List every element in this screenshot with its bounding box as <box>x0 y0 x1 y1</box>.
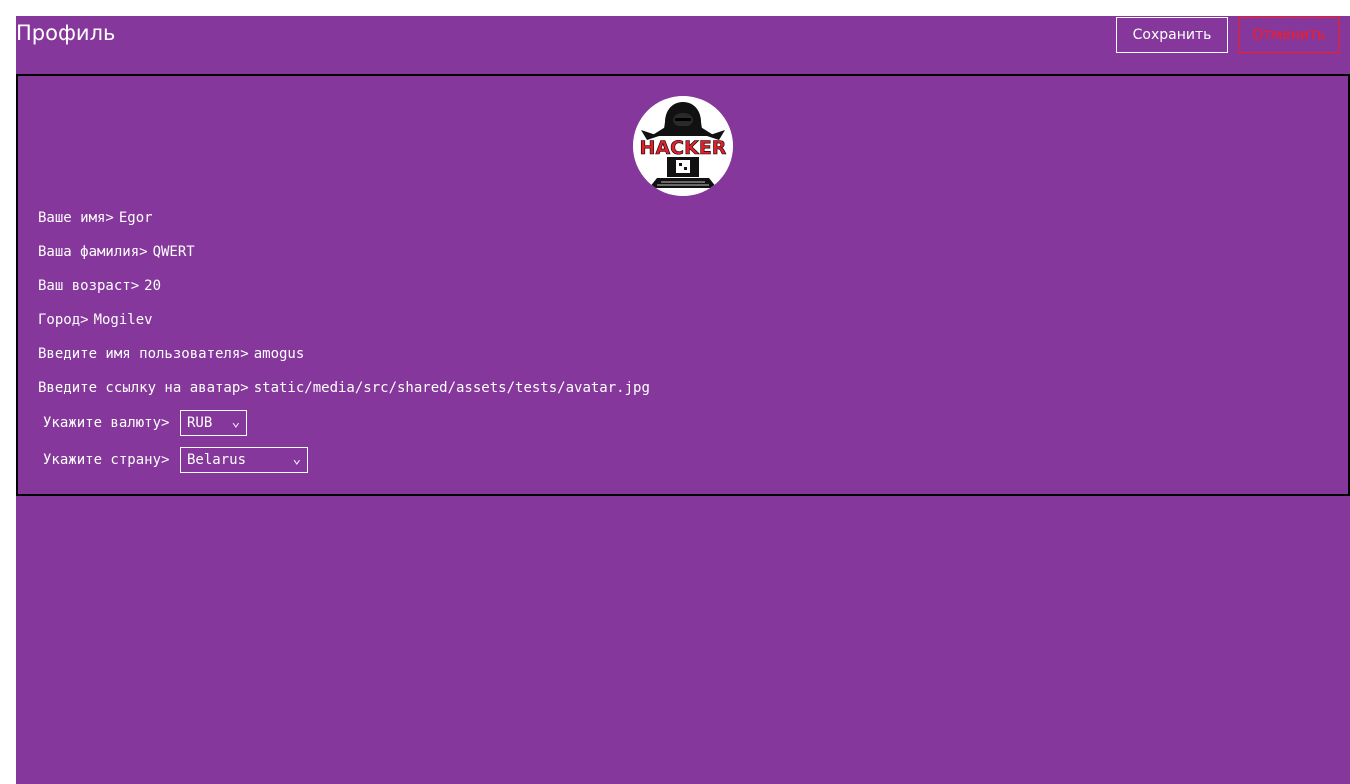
country-select[interactable]: Belarus ⌄ <box>180 447 308 473</box>
avatar-url-field[interactable]: static/media/src/shared/assets/tests/ava… <box>254 377 650 399</box>
avatar-url-row: Введите ссылку на аватар> static/media/sr… <box>38 377 650 399</box>
username-field[interactable]: amogus <box>254 343 305 365</box>
first-name-row: Ваше имя> Egor <box>38 207 153 229</box>
age-row: Ваш возраст> 20 <box>38 275 161 297</box>
country-selected-value: Belarus <box>187 452 247 468</box>
avatar: HACKER <box>633 96 733 196</box>
page-title: Профиль <box>16 21 116 45</box>
currency-label: Укажите валюту> <box>43 415 170 431</box>
avatar-url-label: Введите ссылку на аватар> <box>38 380 249 396</box>
hacker-avatar-icon: HACKER <box>633 96 733 196</box>
first-name-label: Ваше имя> <box>38 210 114 226</box>
age-field[interactable]: 20 <box>144 275 161 297</box>
chevron-down-icon: ⌄ <box>292 451 301 467</box>
currency-row: Укажите валюту> RUB ⌄ <box>43 410 247 436</box>
age-label: Ваш возраст> <box>38 278 140 294</box>
page-header: Профиль Сохранить Отменить <box>16 16 1350 74</box>
currency-select[interactable]: RUB ⌄ <box>180 410 247 436</box>
cancel-button[interactable]: Отменить <box>1238 17 1340 53</box>
city-field[interactable]: Mogilev <box>94 309 153 331</box>
city-label: Город> <box>38 312 89 328</box>
page-background: Профиль Сохранить Отменить HACKER Ваше и… <box>16 16 1350 784</box>
country-label: Укажите страну> <box>43 452 170 468</box>
first-name-field[interactable]: Egor <box>119 207 153 229</box>
username-row: Введите имя пользователя> amogus <box>38 343 304 365</box>
chevron-down-icon: ⌄ <box>231 414 240 430</box>
profile-card: HACKER Ваше имя> Egor Ваша фамилия> QWERT <box>16 74 1350 496</box>
last-name-field[interactable]: QWERT <box>153 241 195 263</box>
country-row: Укажите страну> Belarus ⌄ <box>43 447 308 473</box>
save-button[interactable]: Сохранить <box>1116 17 1228 53</box>
currency-selected-value: RUB <box>187 415 213 431</box>
username-label: Введите имя пользователя> <box>38 346 249 362</box>
last-name-row: Ваша фамилия> QWERT <box>38 241 195 263</box>
city-row: Город> Mogilev <box>38 309 153 331</box>
avatar-logo-text: HACKER <box>640 137 727 159</box>
last-name-label: Ваша фамилия> <box>38 244 148 260</box>
